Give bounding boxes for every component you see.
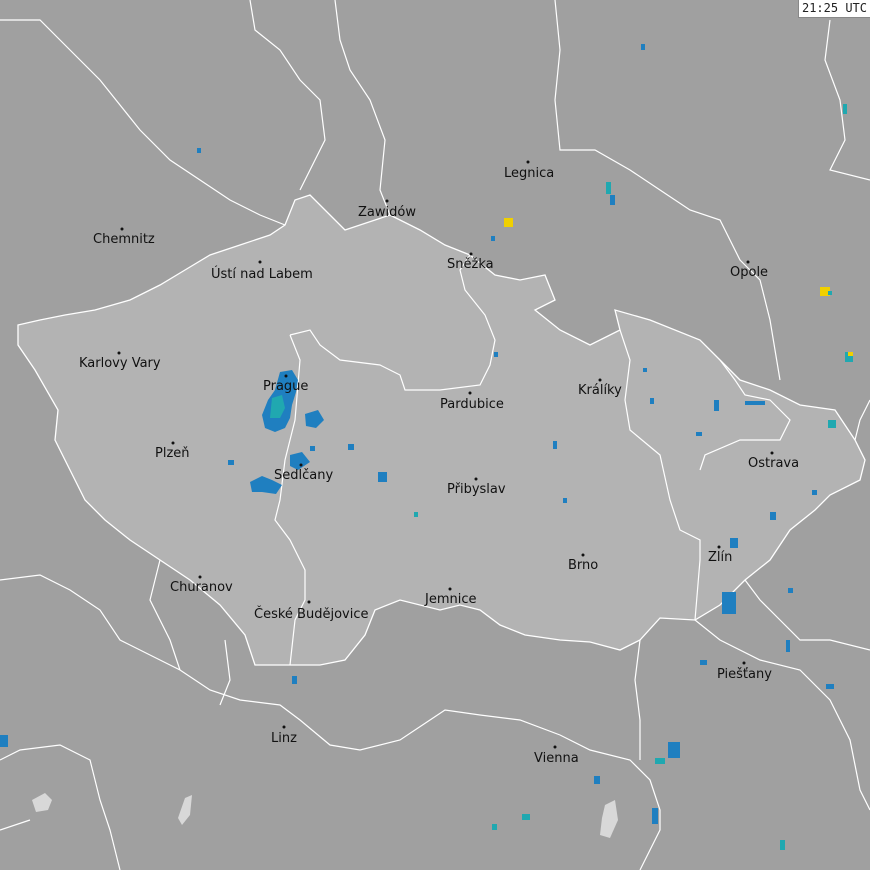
city-dot <box>598 378 602 382</box>
city-dot <box>117 351 121 355</box>
city-dot <box>171 441 175 445</box>
timestamp-label: 21:25 UTC <box>797 0 870 18</box>
city-dot <box>448 587 452 591</box>
strike <box>292 676 297 684</box>
city-label-chemnitz: Chemnitz <box>93 232 155 247</box>
strike <box>770 512 776 520</box>
city-label-churanov: Churanov <box>170 580 233 595</box>
city-label-jemnice: Jemnice <box>424 592 477 607</box>
lightning-map: Chemnitz Zawidów Legnica Sněžka Ústí nad… <box>0 0 870 870</box>
city-label-prague: Prague <box>263 379 308 394</box>
strike <box>788 588 793 593</box>
city-label-linz: Linz <box>271 731 297 746</box>
strike <box>780 840 785 850</box>
city-dot <box>469 252 473 256</box>
city-label-ostrava: Ostrava <box>748 456 799 471</box>
strike <box>828 291 832 295</box>
city-label-vienna: Vienna <box>534 751 579 766</box>
strike <box>786 640 790 652</box>
strike <box>504 218 513 227</box>
city-label-legnica: Legnica <box>504 166 554 181</box>
strike <box>650 398 654 404</box>
city-dot <box>746 260 750 264</box>
strike <box>348 444 354 450</box>
strike <box>606 182 611 194</box>
strike <box>652 808 658 824</box>
strike <box>730 538 738 548</box>
city-label-zawidow: Zawidów <box>358 205 416 220</box>
city-dot <box>717 545 721 549</box>
strike <box>848 352 853 356</box>
strike <box>714 400 719 411</box>
strike <box>812 490 817 495</box>
city-dot <box>307 600 311 604</box>
strike <box>414 512 418 517</box>
city-label-piestany: Piešťany <box>717 667 772 682</box>
strike <box>641 44 645 50</box>
city-label-karlovy-vary: Karlovy Vary <box>79 356 161 371</box>
strike <box>0 735 8 747</box>
strike <box>491 236 495 241</box>
city-dot <box>282 725 286 729</box>
strike <box>594 776 600 784</box>
city-dot <box>258 260 262 264</box>
city-label-kraliky: Králíky <box>578 383 622 398</box>
city-label-brno: Brno <box>568 558 598 573</box>
city-dot <box>526 160 530 164</box>
strike <box>522 814 530 820</box>
city-label-sedlcany: Sedlčany <box>274 468 333 483</box>
city-dot <box>553 745 557 749</box>
strike <box>228 460 234 465</box>
city-label-pardubice: Pardubice <box>440 397 504 412</box>
city-dot <box>120 227 124 231</box>
strike <box>722 592 736 614</box>
city-dot <box>385 199 389 203</box>
city-dot <box>299 463 303 467</box>
strike <box>310 446 315 451</box>
strike <box>553 441 557 449</box>
strike <box>494 352 498 357</box>
strike <box>492 824 497 830</box>
strike <box>610 195 615 205</box>
strike <box>668 742 680 758</box>
strike <box>700 660 707 665</box>
city-label-pribyslav: Přibyslav <box>447 482 506 497</box>
city-label-plzen: Plzeň <box>155 446 190 461</box>
city-dot <box>742 661 746 665</box>
strike <box>696 432 702 436</box>
city-dot <box>581 553 585 557</box>
city-dot <box>770 451 774 455</box>
strike <box>843 104 847 114</box>
strike <box>197 148 201 153</box>
strike <box>643 368 647 372</box>
city-dot <box>474 477 478 481</box>
strike <box>828 420 836 428</box>
strike <box>826 684 834 689</box>
strike <box>655 758 665 764</box>
city-label-opole: Opole <box>730 265 768 280</box>
city-label-snezka: Sněžka <box>447 257 494 272</box>
city-dot <box>284 374 288 378</box>
city-dot <box>468 391 472 395</box>
strike <box>378 472 387 482</box>
city-label-ceske-budejovice: České Budějovice <box>254 606 368 622</box>
strike <box>745 401 765 405</box>
city-label-zlin: Zlín <box>708 550 732 565</box>
strike <box>563 498 567 503</box>
city-dot <box>198 575 202 579</box>
city-label-usti-nad-labem: Ústí nad Labem <box>211 266 313 282</box>
